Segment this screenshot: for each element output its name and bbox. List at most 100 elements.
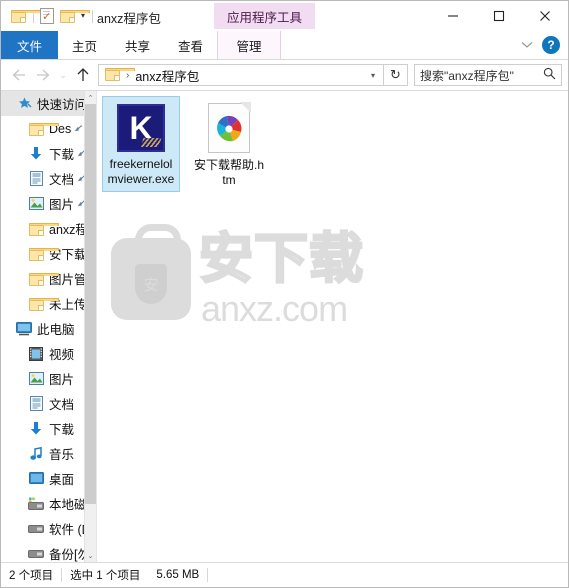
quick-access-toolbar: ✓ ▾ bbox=[9, 6, 97, 26]
properties-icon[interactable]: ✓ bbox=[38, 7, 56, 25]
bag-icon bbox=[111, 238, 191, 320]
forward-button[interactable] bbox=[31, 63, 55, 87]
star-pin-icon bbox=[15, 96, 33, 112]
sidebar-item-label: 文档 bbox=[49, 398, 75, 412]
download-arrow-icon bbox=[27, 421, 45, 437]
folder-icon bbox=[27, 246, 59, 262]
bag-handle-icon bbox=[135, 224, 181, 257]
chevron-down-icon[interactable] bbox=[514, 32, 540, 58]
pin-icon[interactable] bbox=[74, 123, 83, 135]
sidebar-item-3[interactable]: 文档 bbox=[1, 166, 86, 191]
close-button[interactable] bbox=[522, 1, 568, 30]
sidebar-item-16[interactable]: 本地磁 bbox=[1, 491, 87, 516]
ribbon-tab-bar: 文件 主页 共享 查看 管理 ? bbox=[1, 31, 568, 60]
maximize-button[interactable] bbox=[476, 1, 522, 30]
sidebar-item-2[interactable]: 下载 bbox=[1, 141, 86, 166]
help-button[interactable]: ? bbox=[542, 36, 560, 54]
tab-file[interactable]: 文件 bbox=[1, 31, 58, 59]
sidebar-item-0[interactable]: 快速访问 bbox=[1, 91, 88, 116]
sidebar-item-label: 文档 bbox=[49, 173, 75, 187]
tab-view[interactable]: 查看 bbox=[164, 31, 217, 59]
new-folder-icon[interactable] bbox=[58, 7, 90, 25]
drive-icon bbox=[27, 546, 45, 562]
tab-manage[interactable]: 管理 bbox=[217, 31, 282, 59]
search-input[interactable]: 搜索"anxz程序包" bbox=[414, 64, 562, 86]
download-arrow-icon bbox=[27, 146, 45, 162]
window-title: anxz程序包 bbox=[97, 12, 161, 26]
sidebar-item-1[interactable]: Des bbox=[1, 116, 85, 141]
ribbon-actions: ? bbox=[514, 31, 564, 59]
file-list-view[interactable]: K freekernelolmviewer.exe 安下载帮助.htm 安 安下… bbox=[96, 91, 568, 562]
sidebar-item-11[interactable]: 图片 bbox=[1, 366, 85, 391]
site-watermark: 安 安下载 anxz.com bbox=[111, 224, 383, 332]
window-controls bbox=[430, 1, 568, 30]
file-name: 安下载帮助.htm bbox=[193, 158, 264, 187]
scroll-down-icon[interactable]: ⌄ bbox=[85, 549, 96, 562]
sidebar-item-label: 未上传 bbox=[49, 298, 87, 312]
documents-icon bbox=[27, 171, 45, 187]
tab-home[interactable]: 主页 bbox=[58, 31, 111, 59]
sidebar-item-label: 下载 bbox=[49, 423, 75, 437]
refresh-button[interactable]: ↻ bbox=[384, 64, 408, 86]
sidebar-item-8[interactable]: 未上传 bbox=[1, 291, 87, 316]
pictures-icon bbox=[27, 196, 45, 212]
sidebar-item-12[interactable]: 文档 bbox=[1, 391, 85, 416]
selection-count: 选中 1 个项目 bbox=[70, 570, 141, 582]
scroll-up-icon[interactable]: ⌃ bbox=[85, 91, 96, 104]
sidebar-item-4[interactable]: 图片 bbox=[1, 191, 86, 216]
sidebar-item-6[interactable]: 安下载 bbox=[1, 241, 87, 266]
search-icon[interactable] bbox=[543, 67, 556, 83]
sidebar-item-label: 图片 bbox=[49, 198, 75, 212]
contextual-tab-title: 应用程序工具 bbox=[214, 3, 315, 29]
explorer-body: 快速访问 Des 下载 文档 图片 anxz程 安下载 图片管 未上传 此电脑 视频 图片 文档 下载 音乐… bbox=[1, 90, 568, 562]
file-name: freekernelolmviewer.exe bbox=[107, 157, 175, 186]
folder-icon bbox=[27, 121, 59, 137]
sidebar-item-label: 图片 bbox=[49, 373, 75, 387]
tab-share[interactable]: 共享 bbox=[111, 31, 164, 59]
sidebar-item-label: 图片管 bbox=[49, 273, 87, 287]
navigation-pane: 快速访问 Des 下载 文档 图片 anxz程 安下载 图片管 未上传 此电脑 视频 图片 文档 下载 音乐… bbox=[1, 91, 96, 562]
chevron-down-icon[interactable]: ▾ bbox=[78, 12, 88, 20]
breadcrumb-current-folder[interactable]: anxz程序包 bbox=[135, 66, 199, 85]
breadcrumb[interactable]: › anxz程序包 ▾ bbox=[98, 64, 384, 86]
file-explorer-window: ✓ ▾ anxz程序包 应用程序工具 文件 主页 共享 查看 管理 ? ⌄ › … bbox=[0, 0, 569, 588]
sidebar-item-18[interactable]: 备份[勿 bbox=[1, 541, 90, 562]
sidebar-item-9[interactable]: 此电脑 bbox=[1, 316, 85, 341]
breadcrumb-separator[interactable]: › bbox=[126, 70, 129, 81]
sidebar-item-label: anxz程 bbox=[49, 223, 88, 237]
nav-scrollbar[interactable]: ⌃ ⌄ bbox=[84, 91, 96, 562]
scrollbar-thumb[interactable] bbox=[85, 104, 96, 504]
folder-icon[interactable] bbox=[9, 7, 41, 25]
minimize-button[interactable] bbox=[430, 1, 476, 30]
music-note-icon bbox=[27, 446, 45, 462]
sidebar-item-label: 音乐 bbox=[49, 448, 75, 462]
sidebar-item-label: 下载 bbox=[49, 148, 75, 162]
recent-locations-button[interactable]: ⌄ bbox=[55, 63, 71, 87]
sidebar-item-5[interactable]: anxz程 bbox=[1, 216, 88, 241]
this-pc-icon bbox=[15, 321, 33, 337]
search-placeholder: 搜索"anxz程序包" bbox=[420, 68, 514, 83]
watermark-cn-text: 安下载 bbox=[198, 229, 365, 290]
folder-icon bbox=[27, 271, 59, 287]
kernel-app-icon: K bbox=[117, 104, 165, 152]
documents-icon bbox=[27, 396, 45, 412]
sidebar-item-17[interactable]: 软件 (D bbox=[1, 516, 91, 541]
watermark-en-text: anxz.com bbox=[201, 288, 348, 329]
sidebar-item-label: 快速访问 bbox=[37, 98, 88, 112]
desktop-icon bbox=[27, 471, 45, 487]
up-button[interactable] bbox=[71, 63, 95, 87]
sidebar-item-10[interactable]: 视频 bbox=[1, 341, 85, 366]
file-item[interactable]: K freekernelolmviewer.exe bbox=[102, 96, 180, 192]
sidebar-item-14[interactable]: 音乐 bbox=[1, 441, 85, 466]
sidebar-item-7[interactable]: 图片管 bbox=[1, 266, 87, 291]
sidebar-item-label: 桌面 bbox=[49, 473, 75, 487]
back-button[interactable] bbox=[7, 63, 31, 87]
chevron-down-icon[interactable]: ▾ bbox=[371, 71, 379, 80]
sidebar-item-label: 此电脑 bbox=[37, 323, 75, 337]
file-item[interactable]: 安下载帮助.htm bbox=[190, 96, 268, 192]
sidebar-item-15[interactable]: 桌面 bbox=[1, 466, 85, 491]
sidebar-item-label: 本地磁 bbox=[49, 498, 87, 512]
divider bbox=[207, 568, 209, 582]
sidebar-item-13[interactable]: 下载 bbox=[1, 416, 85, 441]
html-pinwheel-icon bbox=[208, 102, 251, 153]
